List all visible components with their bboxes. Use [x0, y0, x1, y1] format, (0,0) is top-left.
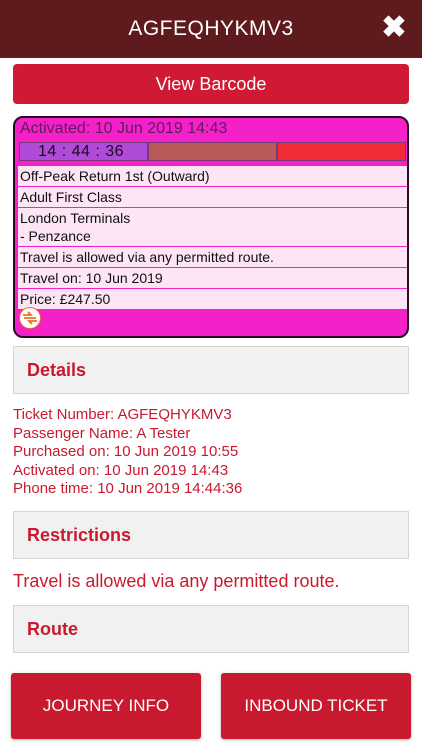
timer-value: 14 : 44 : 36: [19, 142, 148, 161]
view-barcode-button[interactable]: View Barcode: [13, 64, 409, 104]
activated-on: Activated on: 10 Jun 2019 14:43: [13, 461, 229, 479]
details-section-header[interactable]: Details: [13, 346, 409, 394]
ticket-price: Price: £247.50: [18, 289, 407, 309]
details-title: Details: [27, 359, 87, 380]
timer-segment-middle: [148, 142, 277, 161]
ticket-route: London Terminals - Penzance: [18, 208, 407, 246]
timer-segment-alert: [277, 142, 406, 161]
ticket-number: Ticket Number: AGFEQHYKMV3: [13, 406, 232, 423]
journey-info-button[interactable]: JOURNEY INFO: [11, 673, 201, 739]
close-icon[interactable]: ✖: [380, 13, 408, 43]
phone-time: Phone time: 10 Jun 2019 14:44:36: [13, 480, 243, 497]
app-header: AGFEQHYKMV3 ✖: [0, 0, 422, 58]
restrictions-text: Travel is allowed via any permitted rout…: [13, 571, 340, 591]
passenger-name: Passenger Name: A Tester: [13, 424, 191, 442]
ticket-class: Adult First Class: [18, 187, 407, 207]
restrictions-section-header[interactable]: Restrictions: [13, 511, 409, 559]
activated-label: Activated: 10 Jun 2019 14:43: [20, 120, 228, 137]
purchased-on: Purchased on: 10 Jun 2019 10:55: [13, 443, 239, 460]
restrictions-title: Restrictions: [27, 524, 132, 545]
inbound-ticket-button[interactable]: INBOUND TICKET: [221, 673, 411, 739]
page-title: AGFEQHYKMV3: [128, 17, 294, 40]
ticket-validity: Travel is allowed via any permitted rout…: [18, 247, 407, 267]
timer-bar: 14 : 44 : 36: [19, 142, 407, 161]
ticket-travel-date: Travel on: 10 Jun 2019: [18, 268, 407, 288]
ticket-lines: Off-Peak Return 1st (Outward) Adult Firs…: [18, 166, 407, 310]
route-origin: London Terminals: [20, 210, 131, 226]
route-section-header[interactable]: Route: [13, 605, 409, 653]
details-list: Ticket Number: AGFEQHYKMV3 Passenger Nam…: [13, 406, 242, 499]
national-rail-icon: [19, 307, 41, 329]
route-title: Route: [27, 618, 78, 639]
route-destination: - Penzance: [20, 228, 91, 244]
ticket-type: Off-Peak Return 1st (Outward): [18, 166, 407, 186]
ticket-card: Activated: 10 Jun 2019 14:43 14 : 44 : 3…: [13, 116, 409, 338]
